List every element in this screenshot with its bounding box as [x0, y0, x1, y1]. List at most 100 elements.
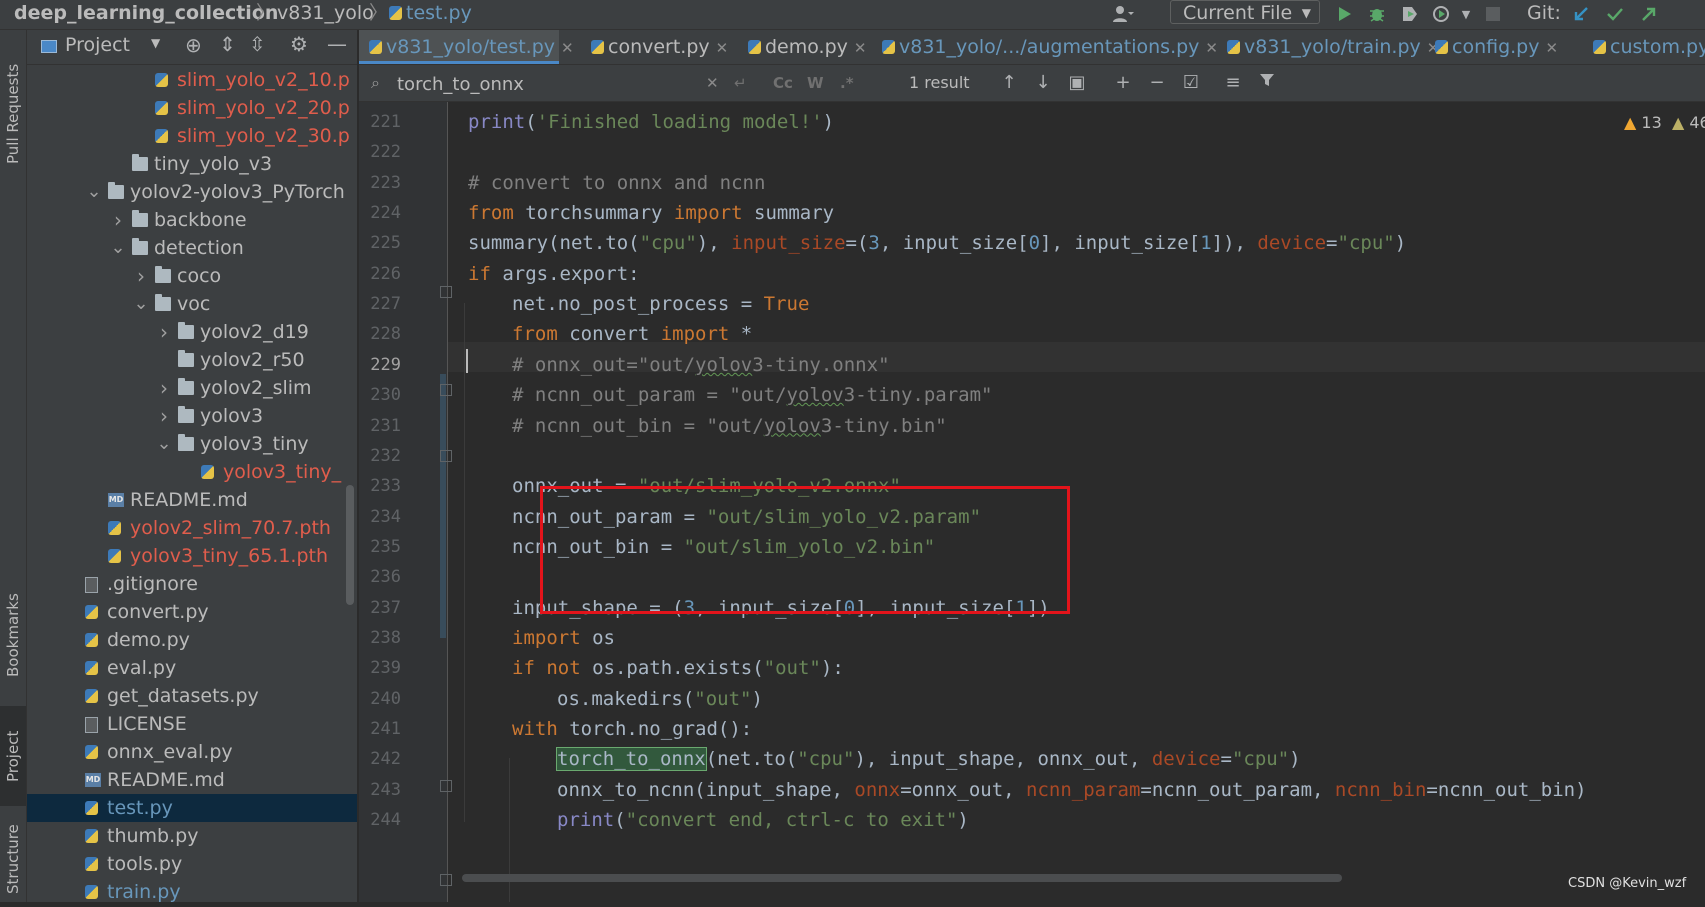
- line-number[interactable]: 231: [359, 411, 401, 441]
- chevron-right-icon[interactable]: ›: [110, 206, 126, 234]
- line-number[interactable]: 240: [359, 684, 401, 714]
- git-commit-icon[interactable]: [1604, 3, 1626, 25]
- fold-marker-icon[interactable]: [440, 780, 452, 792]
- tool-window-structure[interactable]: Structure: [0, 812, 26, 907]
- tree-folder-item[interactable]: › yolov2_slim: [27, 374, 357, 402]
- code-line[interactable]: torch_to_onnx(net.to("cpu"), input_shape…: [556, 744, 1301, 774]
- search-icon[interactable]: ⌕: [371, 73, 380, 93]
- line-number[interactable]: 243: [359, 775, 401, 805]
- tab-config-py[interactable]: config.py ✕: [1431, 30, 1558, 64]
- line-number[interactable]: 226: [359, 259, 401, 289]
- run-configuration-select[interactable]: Current File ▼: [1170, 0, 1320, 24]
- coverage-icon[interactable]: [1399, 3, 1421, 25]
- code-line[interactable]: print('Finished loading model!'): [468, 107, 834, 137]
- inspection-widget[interactable]: ▲ 13 ▲ 46: [1624, 113, 1705, 132]
- close-icon[interactable]: ✕: [561, 39, 574, 57]
- git-push-icon[interactable]: [1638, 3, 1660, 25]
- breadcrumb-folder[interactable]: v831_yolo: [277, 0, 374, 29]
- tree-file-item[interactable]: eval.py: [27, 654, 357, 682]
- select-all-occurrences-icon[interactable]: ☑: [1179, 71, 1203, 95]
- tree-folder-item[interactable]: ⌄ detection: [27, 234, 357, 262]
- code-line[interactable]: print("convert end, ctrl-c to exit"): [557, 805, 969, 835]
- close-icon[interactable]: ✕: [1205, 39, 1218, 57]
- collapse-all-icon[interactable]: ⇳: [249, 32, 266, 56]
- tool-window-pull-requests[interactable]: Pull Requests: [0, 44, 26, 184]
- tab-train-py[interactable]: v831_yolo/train.py ✕: [1223, 30, 1439, 64]
- tree-folder-item[interactable]: › yolov3: [27, 402, 357, 430]
- code-line[interactable]: # convert to onnx and ncnn: [468, 168, 765, 198]
- filter-icon[interactable]: [1255, 71, 1279, 95]
- chevron-right-icon[interactable]: ›: [156, 374, 172, 402]
- find-field[interactable]: ⌕: [367, 70, 727, 97]
- tool-window-bookmarks[interactable]: Bookmarks: [0, 580, 26, 690]
- tab-test-py[interactable]: v831_yolo/test.py ✕: [359, 30, 574, 64]
- filter-lines-icon[interactable]: ≡: [1221, 71, 1245, 95]
- previous-occurrence-icon[interactable]: ↑: [997, 71, 1021, 95]
- line-number[interactable]: 232: [359, 441, 401, 471]
- expand-all-icon[interactable]: ⇕: [219, 32, 236, 56]
- tree-file-item[interactable]: LICENSE: [27, 710, 357, 738]
- line-number[interactable]: 230: [359, 380, 401, 410]
- run-icon[interactable]: [1333, 3, 1355, 25]
- line-number[interactable]: 234: [359, 502, 401, 532]
- whole-words-toggle[interactable]: W: [807, 74, 824, 92]
- project-panel-title[interactable]: Project: [65, 34, 130, 56]
- tree-file-item[interactable]: slim_yolo_v2_20.p: [27, 94, 357, 122]
- tree-folder-item[interactable]: yolov2_r50: [27, 346, 357, 374]
- git-update-icon[interactable]: [1570, 3, 1592, 25]
- close-icon[interactable]: ✕: [854, 39, 867, 57]
- remove-occurrence-icon[interactable]: −: [1145, 71, 1169, 95]
- fold-marker-icon[interactable]: [440, 874, 452, 886]
- close-icon[interactable]: ✕: [1546, 39, 1559, 57]
- tree-folder-item[interactable]: › backbone: [27, 206, 357, 234]
- fold-marker-icon[interactable]: [440, 384, 452, 396]
- tree-file-item[interactable]: MD README.md: [27, 486, 357, 514]
- chevron-down-icon[interactable]: ⌄: [86, 178, 102, 206]
- chevron-down-icon[interactable]: ▼: [151, 36, 160, 50]
- code-line[interactable]: net.no_post_process = True: [512, 289, 809, 319]
- line-number[interactable]: 229: [359, 350, 401, 380]
- tree-file-item[interactable]: .gitignore: [27, 570, 357, 598]
- tree-file-item[interactable]: yolov3_tiny_: [27, 458, 357, 486]
- locate-file-icon[interactable]: ⊕: [185, 33, 202, 57]
- tree-folder-item[interactable]: › coco: [27, 262, 357, 290]
- tree-file-item[interactable]: yolov2_slim_70.7.pth: [27, 514, 357, 542]
- chevron-down-icon[interactable]: ⌄: [156, 430, 172, 458]
- line-number[interactable]: 227: [359, 289, 401, 319]
- tree-file-item[interactable]: tools.py: [27, 850, 357, 878]
- line-number[interactable]: 224: [359, 198, 401, 228]
- chevron-right-icon[interactable]: ›: [133, 262, 149, 290]
- chevron-down-icon[interactable]: ▼: [1455, 3, 1477, 25]
- line-number[interactable]: 239: [359, 653, 401, 683]
- tool-window-project[interactable]: Project: [0, 706, 26, 806]
- debug-icon[interactable]: [1366, 3, 1388, 25]
- code-line[interactable]: # onnx_out="out/yolov3-tiny.onnx": [512, 350, 890, 380]
- code-line[interactable]: os.makedirs("out"): [557, 684, 763, 714]
- line-number[interactable]: 242: [359, 744, 401, 774]
- breadcrumb-project[interactable]: deep_learning_collection: [14, 0, 278, 29]
- line-number[interactable]: 236: [359, 562, 401, 592]
- fold-marker-icon[interactable]: [440, 450, 452, 462]
- gear-icon[interactable]: ⚙: [290, 32, 308, 56]
- tree-file-item[interactable]: yolov3_tiny_65.1.pth: [27, 542, 357, 570]
- tree-file-item[interactable]: train.py: [27, 878, 357, 902]
- chevron-right-icon[interactable]: ›: [156, 318, 172, 346]
- open-in-window-icon[interactable]: ▣: [1065, 71, 1089, 95]
- line-number[interactable]: 238: [359, 623, 401, 653]
- close-icon[interactable]: ✕: [716, 39, 729, 57]
- chevron-right-icon[interactable]: ›: [156, 402, 172, 430]
- tree-file-item[interactable]: get_datasets.py: [27, 682, 357, 710]
- code-line[interactable]: onnx_to_ncnn(input_shape, onnx=onnx_out,…: [557, 775, 1587, 805]
- code-line[interactable]: from convert import *: [512, 319, 752, 349]
- chevron-down-icon[interactable]: ⌄: [110, 234, 126, 262]
- tree-folder-item[interactable]: tiny_yolo_v3: [27, 150, 357, 178]
- code-line[interactable]: # ncnn_out_param = "out/yolov3-tiny.para…: [512, 380, 992, 410]
- fold-marker-icon[interactable]: [440, 286, 452, 298]
- tree-file-item[interactable]: demo.py: [27, 626, 357, 654]
- tree-file-item[interactable]: thumb.py: [27, 822, 357, 850]
- tree-file-item[interactable]: convert.py: [27, 598, 357, 626]
- line-number[interactable]: 221: [359, 107, 401, 137]
- code-line[interactable]: import os: [512, 623, 615, 653]
- next-occurrence-icon[interactable]: ↓: [1031, 71, 1055, 95]
- tree-file-item[interactable]: onnx_eval.py: [27, 738, 357, 766]
